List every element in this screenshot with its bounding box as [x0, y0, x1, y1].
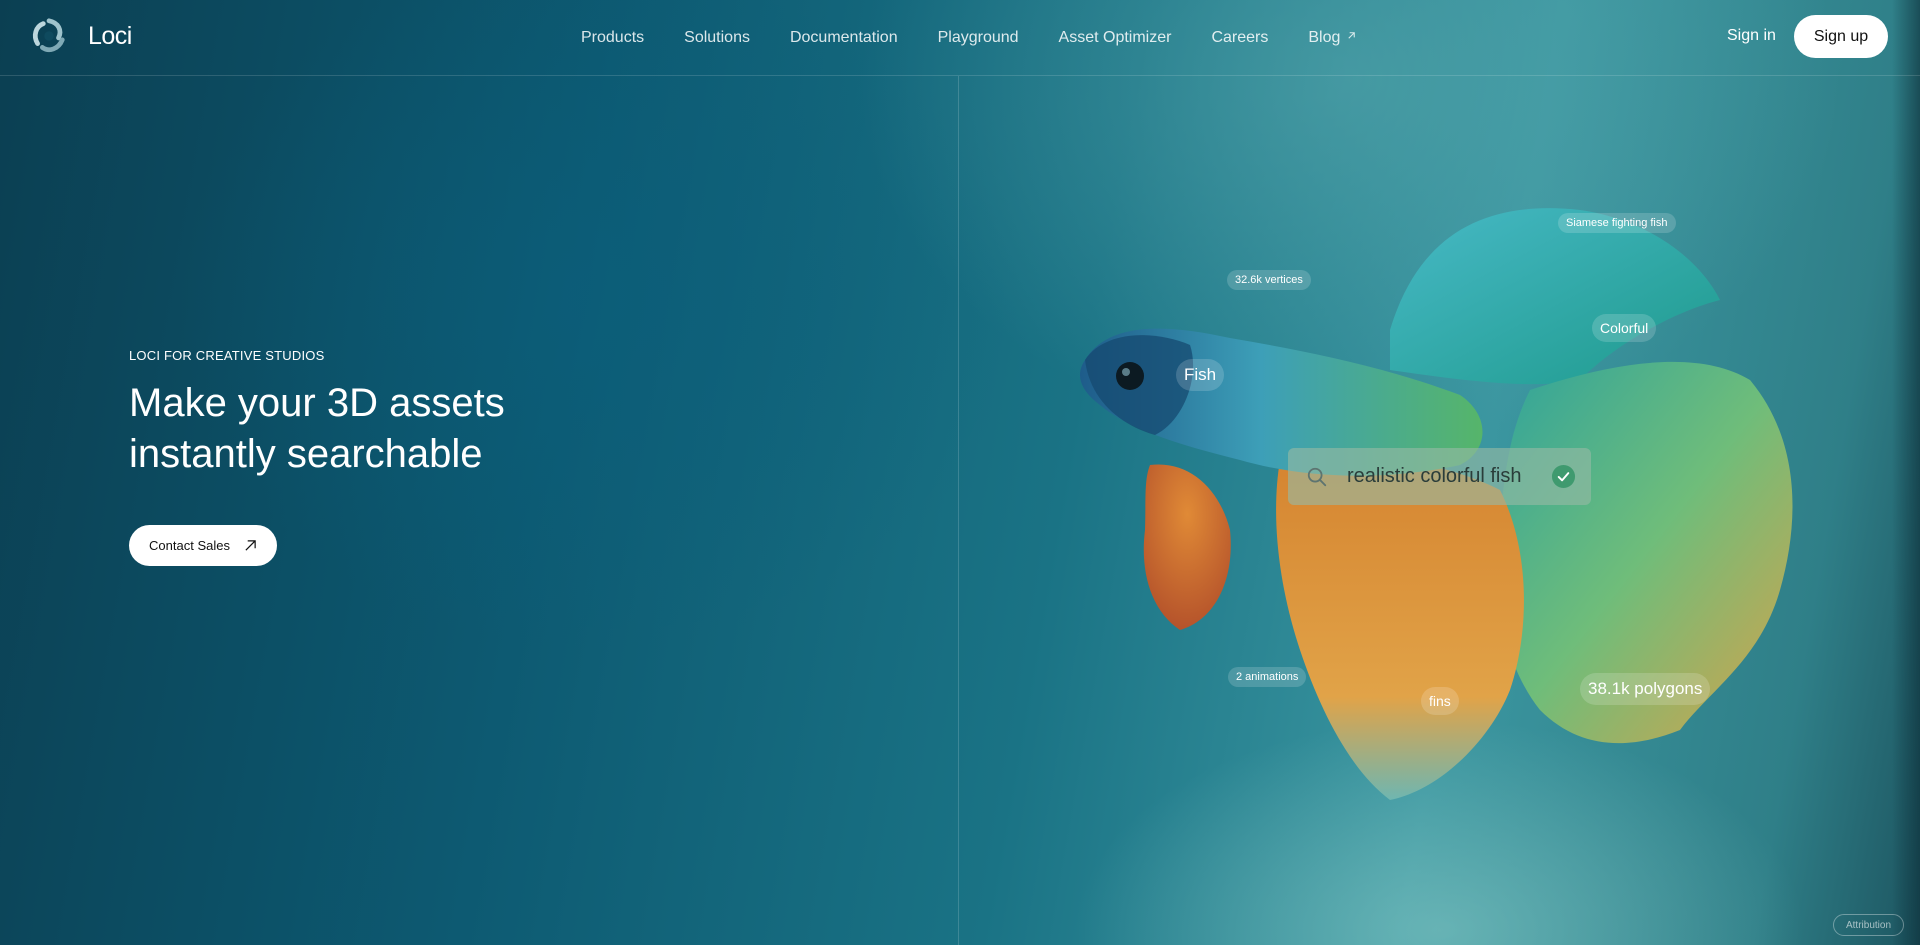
- sign-in-link[interactable]: Sign in: [1727, 27, 1776, 45]
- nav-blog-label: Blog: [1308, 28, 1341, 46]
- tag-polygons: 38.1k polygons: [1580, 673, 1711, 705]
- contact-sales-button[interactable]: Contact Sales: [129, 525, 277, 566]
- search-icon: [1307, 467, 1327, 486]
- tag-colorful: Colorful: [1592, 314, 1657, 342]
- section-divider: [958, 76, 959, 945]
- nav-solutions[interactable]: Solutions: [684, 29, 750, 47]
- nav-documentation[interactable]: Documentation: [790, 29, 898, 47]
- contact-sales-label: Contact Sales: [149, 538, 230, 553]
- tag-vertices: 32.6k vertices: [1227, 270, 1311, 290]
- sign-up-button[interactable]: Sign up: [1794, 15, 1888, 58]
- search-preview-box: realistic colorful fish: [1288, 448, 1591, 505]
- check-icon: [1551, 464, 1576, 489]
- tag-siamese-fighting-fish: Siamese fighting fish: [1558, 213, 1676, 233]
- loci-swirl-logo-icon: [32, 18, 65, 52]
- nav-products[interactable]: Products: [581, 29, 644, 47]
- hero-eyebrow: LOCI FOR CREATIVE STUDIOS: [129, 348, 325, 363]
- tag-animations: 2 animations: [1228, 667, 1307, 687]
- logo[interactable]: Loci: [30, 16, 132, 56]
- site-header: Loci Products Solutions Documentation Pl…: [0, 0, 1920, 76]
- nav-blog[interactable]: Blog: [1308, 29, 1357, 47]
- nav-careers[interactable]: Careers: [1211, 29, 1268, 47]
- page-edge-shade: [1892, 0, 1920, 945]
- tag-fish: Fish: [1176, 359, 1225, 391]
- nav-playground[interactable]: Playground: [938, 29, 1019, 47]
- nav-asset-optimizer[interactable]: Asset Optimizer: [1059, 29, 1172, 47]
- brand-name: Loci: [88, 21, 132, 50]
- betta-fish-illustration: [1080, 208, 1793, 800]
- main-nav: Products Solutions Documentation Playgro…: [581, 0, 1357, 75]
- external-link-icon: [1348, 32, 1356, 39]
- search-query-text: realistic colorful fish: [1347, 465, 1522, 487]
- attribution-button[interactable]: Attribution: [1833, 914, 1904, 936]
- arrow-up-right-icon: [245, 540, 256, 551]
- tag-fins: fins: [1421, 687, 1459, 715]
- hero-headline: Make your 3D assets instantly searchable: [129, 381, 505, 476]
